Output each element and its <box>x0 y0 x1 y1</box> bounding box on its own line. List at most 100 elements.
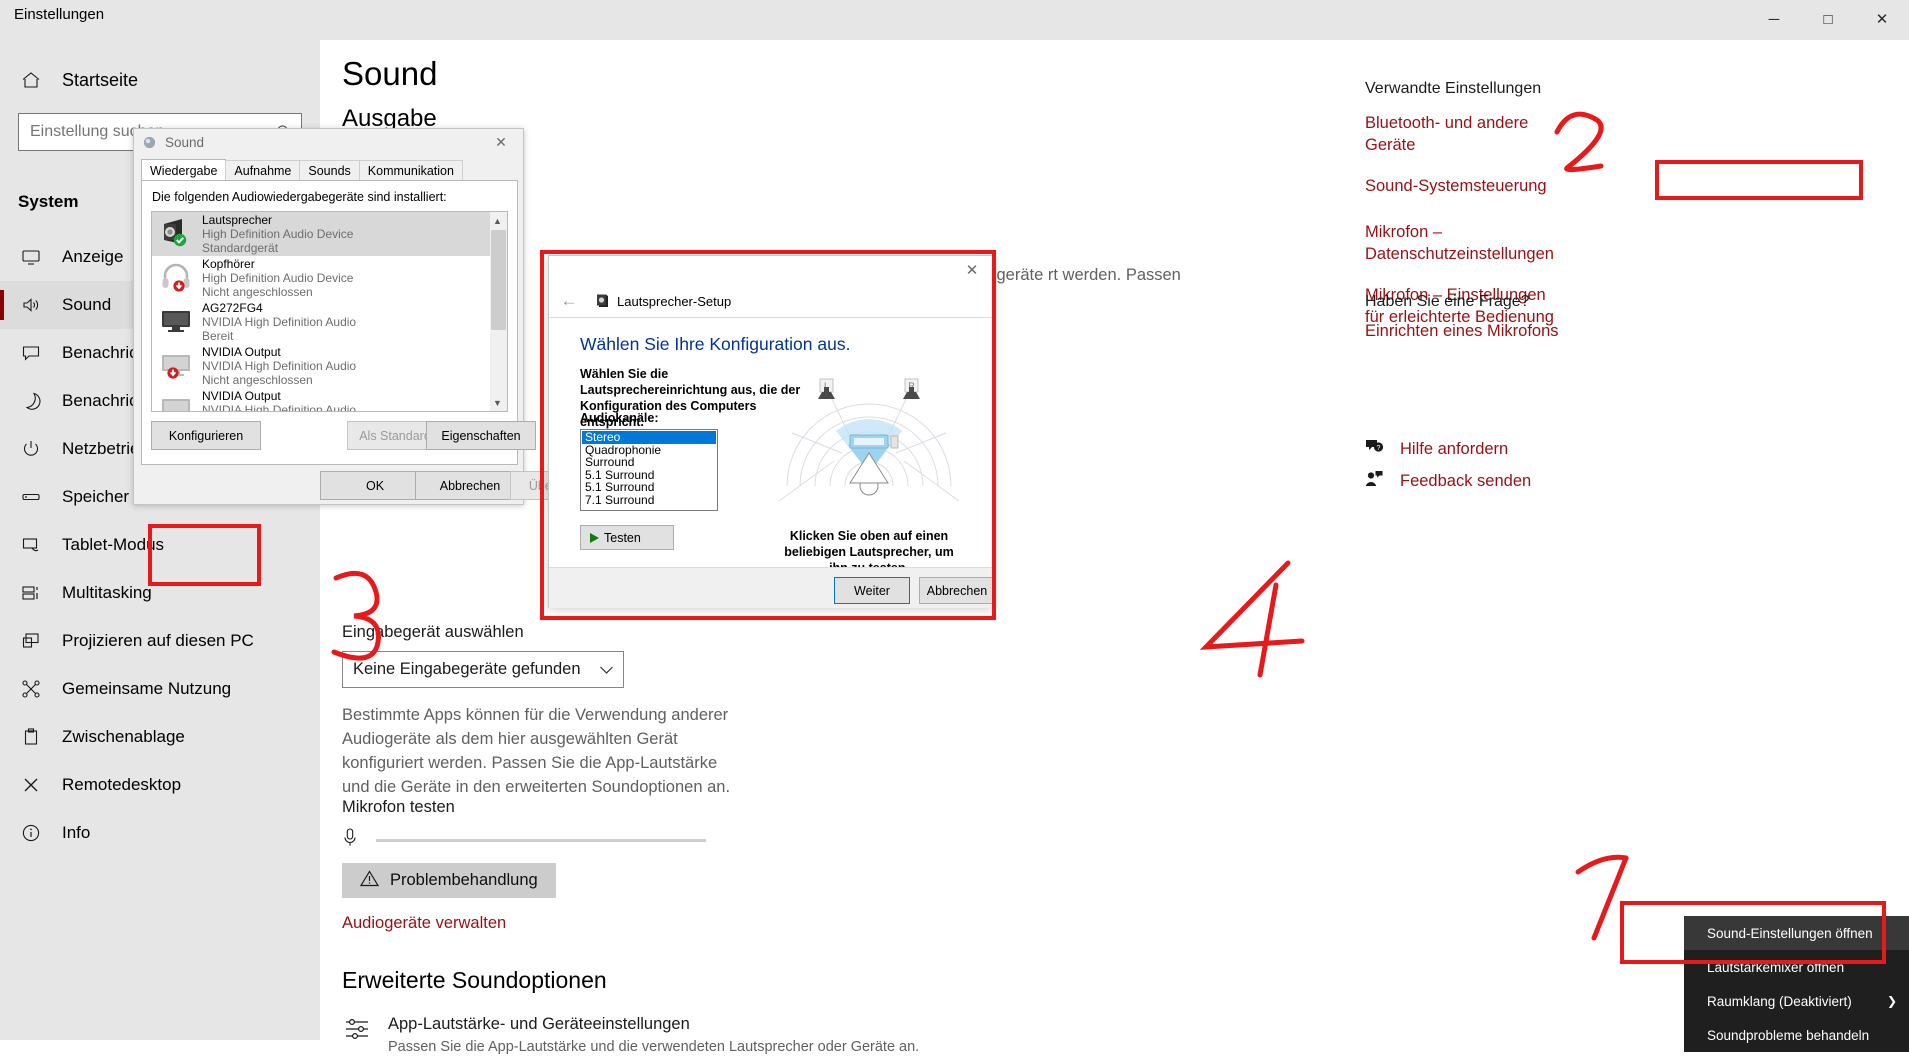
mic-level-meter <box>376 839 706 842</box>
wizard-cancel-button[interactable]: Abbrechen <box>919 577 995 604</box>
tab-aufnahme[interactable]: Aufnahme <box>225 160 301 181</box>
wizard-footer: Weiter Abbrechen <box>549 567 995 608</box>
monitor-device-icon <box>159 391 193 411</box>
manage-audio-devices-link[interactable]: Audiogeräte verwalten <box>342 914 506 933</box>
sound-dialog-action-row: Konfigurieren Als Standard ▼ Eigenschaft… <box>151 421 536 451</box>
ok-button[interactable]: OK <box>320 471 430 500</box>
tab-wiedergabe[interactable]: Wiedergabe <box>141 159 227 181</box>
close-icon: ✕ <box>1875 10 1889 28</box>
feedback-row[interactable]: Feedback senden <box>1365 470 1531 493</box>
channel-option-71-surround[interactable]: 7.1 Surround <box>582 494 716 507</box>
properties-button[interactable]: Eigenschaften <box>426 421 536 450</box>
playback-device-list[interactable]: Lautsprecher High Definition Audio Devic… <box>151 211 492 412</box>
device-status: Nicht angeschlossen <box>202 285 313 299</box>
speaker-layout-diagram[interactable]: L R <box>774 361 964 521</box>
cancel-button[interactable]: Abbrechen <box>415 471 525 500</box>
device-status: Nicht angeschlossen <box>202 373 313 387</box>
device-texts: Lautsprecher High Definition Audio Devic… <box>202 213 353 255</box>
device-name: NVIDIA Output <box>202 389 281 403</box>
test-button[interactable]: Testen <box>580 525 674 550</box>
audio-channels-label: Audiokanäle: <box>580 411 659 425</box>
feedback-link: Feedback senden <box>1400 472 1532 490</box>
sidebar-item-home[interactable]: Startseite <box>0 58 320 102</box>
ctx-spatial-sound[interactable]: Raumklang (Deaktiviert) ❯ <box>1684 984 1909 1018</box>
help-link: Hilfe anfordern <box>1400 440 1509 458</box>
sidebar-item-projizieren[interactable]: Projizieren auf diesen PC <box>0 617 320 665</box>
mic-test-meter-row <box>342 827 712 852</box>
tab-kommunikation[interactable]: Kommunikation <box>358 160 463 181</box>
project-icon <box>0 631 62 651</box>
ctx-open-volume-mixer[interactable]: Lautstärkemixer öffnen <box>1684 950 1909 984</box>
headphones-device-icon <box>159 259 193 298</box>
speaker-setup-icon <box>595 293 609 310</box>
channel-option-stereo[interactable]: Stereo <box>582 431 716 444</box>
storage-icon <box>0 487 62 507</box>
power-icon <box>0 439 62 459</box>
question-link-setup-mic[interactable]: Einrichten eines Mikrofons <box>1365 322 1559 341</box>
wizard-nav-row: ← Lautsprecher-Setup <box>549 286 992 316</box>
sidebar-label: Projizieren auf diesen PC <box>62 631 254 650</box>
sound-dialog-titlebar: Sound ✕ <box>134 129 523 156</box>
sidebar-item-info[interactable]: Info <box>0 809 320 857</box>
sound-control-panel-dialog: Sound ✕ Wiedergabe Aufnahme Sounds Kommu… <box>133 128 620 505</box>
troubleshoot-label: Problembehandlung <box>390 871 538 889</box>
help-row[interactable]: ? Hilfe anfordern <box>1365 438 1508 461</box>
input-device-select[interactable]: Keine Eingabegeräte gefunden <box>342 651 624 688</box>
sidebar-item-remotedesktop[interactable]: Remotedesktop <box>0 761 320 809</box>
tray-context-menu: Sound-Einstellungen öffnen Lautstärkemix… <box>1684 916 1909 1052</box>
tablet-icon <box>0 535 62 555</box>
sidebar-label: Gemeinsame Nutzung <box>62 679 232 698</box>
maximize-button[interactable]: □ <box>1801 0 1855 38</box>
device-list-scrollbar[interactable]: ▲ ▼ <box>490 211 508 412</box>
related-link-mic-privacy[interactable]: Mikrofon – Datenschutzeinstellungen <box>1365 221 1560 265</box>
app-volume-device-row[interactable]: App-Lautstärke- und Geräteeinstellungen … <box>342 1015 919 1057</box>
device-driver: NVIDIA High Definition Audio <box>202 315 357 329</box>
scroll-up-icon[interactable]: ▲ <box>490 212 505 229</box>
svg-text:?: ? <box>1377 445 1381 452</box>
tab-sounds[interactable]: Sounds <box>299 160 360 181</box>
close-icon[interactable]: ✕ <box>952 256 992 284</box>
close-window-button[interactable]: ✕ <box>1855 0 1909 38</box>
input-device-value: Keine Eingabegeräte gefunden <box>353 660 581 678</box>
device-row-lautsprecher[interactable]: Lautsprecher High Definition Audio Devic… <box>152 212 491 256</box>
device-row-kopfhoerer[interactable]: Kopfhörer High Definition Audio Device N… <box>152 256 491 300</box>
speaker-setup-wizard: ✕ ← Lautsprecher-Setup Wählen Sie Ihre K… <box>548 255 995 608</box>
sidebar-label: Info <box>62 823 91 842</box>
device-driver: High Definition Audio Device <box>202 227 354 241</box>
related-link-sound-control-panel[interactable]: Sound-Systemsteuerung <box>1365 175 1560 197</box>
ctx-troubleshoot-sound[interactable]: Soundprobleme behandeln <box>1684 1018 1909 1052</box>
speaker-icon <box>0 295 62 315</box>
close-icon[interactable]: ✕ <box>479 129 523 156</box>
device-driver: NVIDIA High Definition Audio <box>202 359 357 373</box>
scroll-down-icon[interactable]: ▼ <box>490 394 505 411</box>
audio-channels-listbox[interactable]: Stereo Quadrophonie Surround 5.1 Surroun… <box>580 429 718 511</box>
sound-app-icon <box>142 135 157 150</box>
test-label: Testen <box>604 530 641 545</box>
device-row-nvidia-output-2[interactable]: NVIDIA Output NVIDIA High Definition Aud… <box>152 388 491 411</box>
device-row-nvidia-output-1[interactable]: NVIDIA Output NVIDIA High Definition Aud… <box>152 344 491 388</box>
advanced-sound-heading: Erweiterte Soundoptionen <box>342 967 607 993</box>
home-icon <box>0 70 62 90</box>
troubleshoot-button[interactable]: Problembehandlung <box>342 863 556 898</box>
device-driver: High Definition Audio Device <box>202 271 354 285</box>
device-texts: AG272FG4 NVIDIA High Definition Audio Be… <box>202 301 356 343</box>
related-settings-heading: Verwandte Einstellungen <box>1365 80 1542 97</box>
device-row-ag272fg4[interactable]: AG272FG4 NVIDIA High Definition Audio Be… <box>152 300 491 344</box>
ctx-open-sound-settings[interactable]: Sound-Einstellungen öffnen <box>1684 916 1909 950</box>
sidebar-item-zwischenablage[interactable]: Zwischenablage <box>0 713 320 761</box>
configure-button[interactable]: Konfigurieren <box>151 421 261 450</box>
related-link-bluetooth[interactable]: Bluetooth- und andere Geräte <box>1365 112 1560 156</box>
device-texts: Kopfhörer High Definition Audio Device N… <box>202 257 353 299</box>
mic-test-label: Mikrofon testen <box>342 798 455 816</box>
sidebar-item-tablet-modus[interactable]: Tablet-Modus <box>0 521 320 569</box>
channel-option-surround[interactable]: Surround <box>582 456 716 469</box>
device-name: NVIDIA Output <box>202 345 281 359</box>
display-icon <box>0 247 62 267</box>
sidebar-label: Speicher <box>62 487 130 506</box>
back-arrow-icon[interactable]: ← <box>557 289 581 313</box>
sidebar-item-gemeinsame-nutzung[interactable]: Gemeinsame Nutzung <box>0 665 320 713</box>
next-button[interactable]: Weiter <box>834 577 910 604</box>
scrollbar-thumb[interactable] <box>491 230 506 330</box>
minimize-button[interactable]: ─ <box>1747 0 1801 38</box>
sidebar-item-multitasking[interactable]: Multitasking <box>0 569 320 617</box>
